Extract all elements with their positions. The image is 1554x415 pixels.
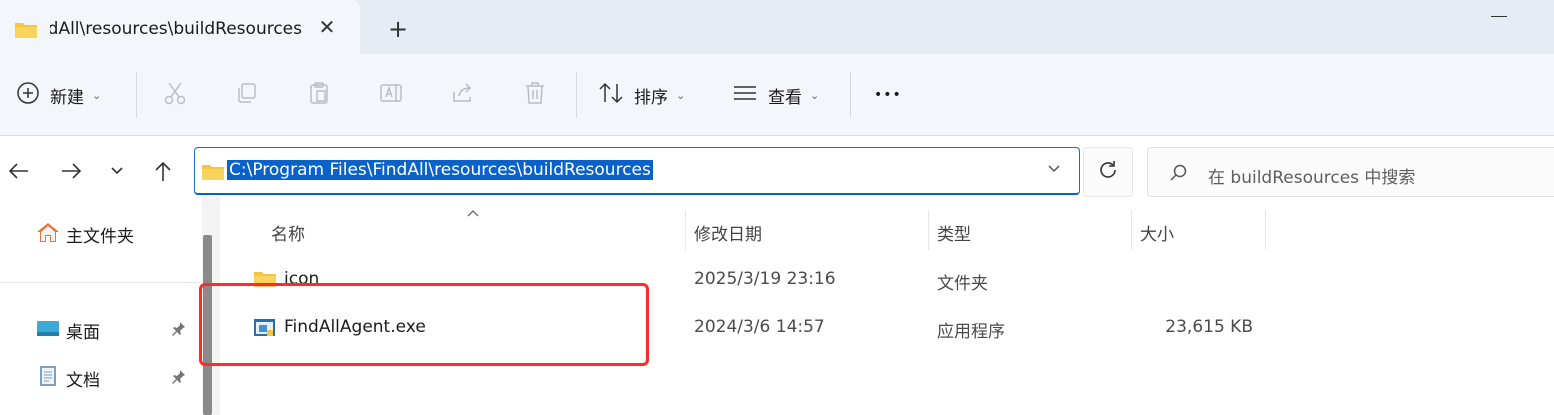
sidebar-item-desktop[interactable]: 桌面 xyxy=(36,316,100,344)
close-icon[interactable]: ✕ xyxy=(316,16,338,38)
column-divider[interactable] xyxy=(1265,210,1266,250)
pin-icon[interactable] xyxy=(172,321,186,341)
search-box[interactable]: 在 buildResources 中搜索 xyxy=(1147,147,1554,197)
sidebar-item-label: 桌面 xyxy=(66,322,100,343)
address-path[interactable]: C:\Program Files\FindAll\resources\build… xyxy=(227,160,653,180)
refresh-button[interactable] xyxy=(1083,147,1133,197)
paste-button[interactable] xyxy=(306,78,332,112)
forward-button[interactable] xyxy=(58,160,84,186)
arrow-up-icon xyxy=(152,160,174,186)
copy-button[interactable] xyxy=(234,78,260,112)
column-header-name[interactable]: 名称 xyxy=(271,220,305,245)
sidebar-item-label: 文档 xyxy=(66,370,100,391)
chevron-down-icon xyxy=(109,163,125,183)
cut-button[interactable] xyxy=(162,78,188,112)
column-header-type[interactable]: 类型 xyxy=(937,220,971,245)
more-options-button[interactable]: ••• xyxy=(874,78,902,112)
column-header-size[interactable]: 大小 xyxy=(1140,220,1174,245)
share-icon xyxy=(450,80,476,111)
pin-icon[interactable] xyxy=(172,369,186,389)
sort-icon xyxy=(598,81,624,110)
search-placeholder: 在 buildResources 中搜索 xyxy=(1208,168,1416,188)
sort-ascending-icon xyxy=(467,206,479,220)
file-type: 应用程序 xyxy=(937,322,1005,342)
column-divider[interactable] xyxy=(1131,210,1132,250)
new-button-label: 新建 xyxy=(50,87,84,108)
divider xyxy=(136,72,137,118)
chevron-down-icon: ⌄ xyxy=(92,88,102,102)
recent-locations-button[interactable] xyxy=(104,160,130,186)
tab-title: FindAll\resources\buildResources xyxy=(50,19,302,39)
title-bar: FindAll\resources\buildResources ✕ + xyxy=(0,0,1554,54)
plus-circle-icon xyxy=(16,81,40,110)
sidebar-item-documents[interactable]: 文档 xyxy=(36,364,100,392)
folder-icon xyxy=(14,20,38,44)
file-type: 文件夹 xyxy=(937,274,988,294)
column-header-modified[interactable]: 修改日期 xyxy=(694,220,762,245)
up-button[interactable] xyxy=(150,160,176,186)
refresh-icon xyxy=(1097,159,1119,185)
scissors-icon xyxy=(162,80,188,111)
sidebar-item-label: 主文件夹 xyxy=(66,226,134,247)
view-button[interactable]: 查看 ⌄ xyxy=(732,78,819,112)
list-view-icon xyxy=(732,82,758,109)
rename-button[interactable] xyxy=(378,78,404,112)
document-icon xyxy=(36,365,60,392)
home-icon xyxy=(36,221,60,248)
sort-label: 排序 xyxy=(634,87,668,108)
highlight-box xyxy=(199,283,649,366)
more-icon: ••• xyxy=(874,87,902,103)
delete-button[interactable] xyxy=(522,78,548,112)
trash-icon xyxy=(522,80,548,111)
arrow-right-icon xyxy=(60,160,82,186)
file-modified: 2025/3/19 23:16 xyxy=(694,269,836,289)
rename-icon xyxy=(378,80,404,111)
file-size: 23,615 KB xyxy=(1165,317,1253,337)
column-divider[interactable] xyxy=(685,210,686,250)
clipboard-icon xyxy=(306,80,332,111)
column-divider[interactable] xyxy=(928,210,929,250)
copy-icon xyxy=(234,80,260,111)
desktop-icon xyxy=(36,318,60,343)
file-modified: 2024/3/6 14:57 xyxy=(694,317,825,337)
command-bar: 新建 ⌄ 排序 ⌄ 查看 ⌄ ••• xyxy=(0,54,1554,136)
chevron-down-icon[interactable] xyxy=(1047,162,1061,179)
minimize-button[interactable] xyxy=(1491,16,1507,17)
folder-icon xyxy=(201,162,225,186)
new-tab-button[interactable]: + xyxy=(384,15,412,43)
back-button[interactable] xyxy=(6,160,32,186)
arrow-left-icon xyxy=(8,160,30,186)
address-bar[interactable]: C:\Program Files\FindAll\resources\build… xyxy=(194,147,1080,195)
search-icon xyxy=(1170,164,1188,186)
divider xyxy=(850,72,851,118)
share-button[interactable] xyxy=(450,78,476,112)
chevron-down-icon: ⌄ xyxy=(676,88,686,102)
sort-button[interactable]: 排序 ⌄ xyxy=(598,78,685,112)
divider xyxy=(0,282,200,283)
chevron-down-icon: ⌄ xyxy=(810,88,820,102)
navigation-pane: 主文件夹 桌面 文档 xyxy=(0,197,200,415)
sidebar-item-home[interactable]: 主文件夹 xyxy=(36,220,134,248)
divider xyxy=(576,72,577,118)
new-button[interactable]: 新建 ⌄ xyxy=(16,78,101,112)
view-label: 查看 xyxy=(768,87,802,108)
tab-buildresources[interactable]: FindAll\resources\buildResources ✕ xyxy=(0,0,360,54)
